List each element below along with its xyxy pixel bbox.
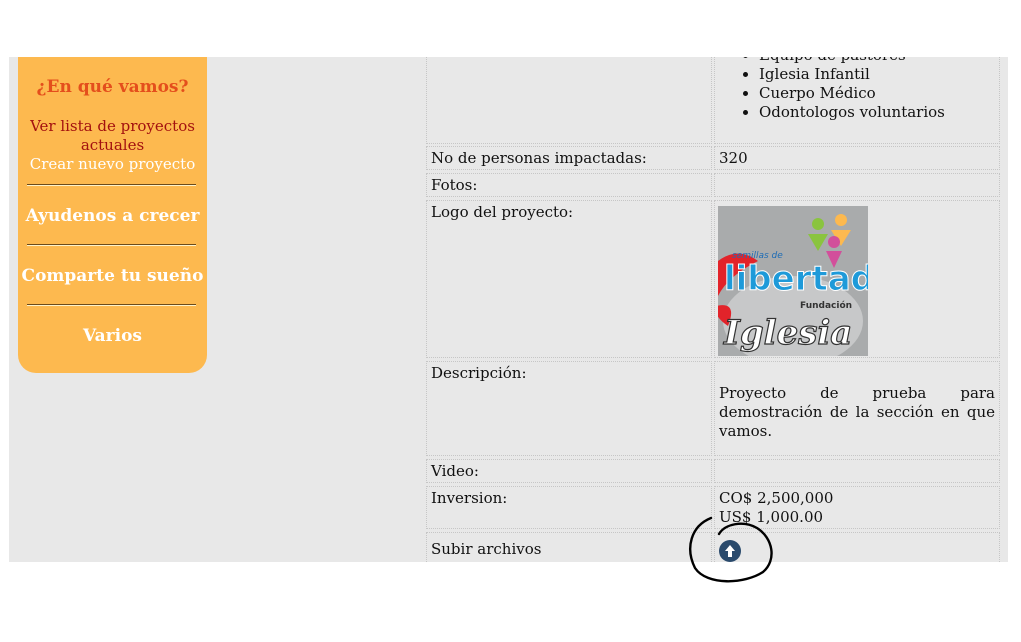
- upload-label: Subir archivos: [426, 532, 712, 562]
- video-label: Video:: [426, 459, 712, 483]
- sidebar-item-share[interactable]: Comparte tu sueño: [18, 266, 207, 286]
- list-item: Iglesia Infantil: [759, 65, 995, 84]
- table-cell: Equipo de pastores Iglesia Infantil Cuer…: [714, 57, 1000, 144]
- description-value: Proyecto de prueba para demostración de …: [714, 361, 1000, 456]
- table-cell: [426, 57, 712, 144]
- video-value: [714, 459, 1000, 483]
- description-label: Descripción:: [426, 361, 712, 456]
- list-item: Odontologos voluntarios: [759, 103, 995, 122]
- logo-cell: semillas de libertad Fundación Iglesia: [714, 200, 1000, 358]
- separator: [27, 184, 196, 185]
- list-projects-link[interactable]: Ver lista de proyectos actuales: [18, 117, 207, 155]
- sidebar: ¿En qué vamos? Ver lista de proyectos ac…: [18, 57, 207, 373]
- annotation-circle: [689, 516, 773, 583]
- investment-cop: CO$ 2,500,000: [719, 489, 834, 507]
- svg-text:Iglesia: Iglesia: [723, 313, 852, 353]
- investment-label: Inversion:: [426, 486, 712, 529]
- list-item: Equipo de pastores: [759, 57, 995, 65]
- separator: [27, 244, 196, 245]
- list-item: Cuerpo Médico: [759, 84, 995, 103]
- sidebar-heading: ¿En qué vamos?: [36, 77, 189, 97]
- svg-text:Fundación: Fundación: [800, 300, 852, 311]
- people-label: No de personas impactadas:: [426, 146, 712, 170]
- logo-label: Logo del proyecto:: [426, 200, 712, 358]
- separator: [27, 304, 196, 305]
- photos-value: [714, 173, 1000, 197]
- team-list: Equipo de pastores Iglesia Infantil Cuer…: [719, 57, 995, 122]
- project-logo: semillas de libertad Fundación Iglesia: [718, 206, 868, 356]
- people-value: 320: [714, 146, 1000, 170]
- svg-text:libertad: libertad: [724, 259, 868, 299]
- page-content: ¿En qué vamos? Ver lista de proyectos ac…: [9, 57, 1008, 562]
- sidebar-item-misc[interactable]: Varios: [18, 326, 207, 346]
- sidebar-item-grow[interactable]: Ayudenos a crecer: [18, 206, 207, 226]
- photos-label: Fotos:: [426, 173, 712, 197]
- new-project-link[interactable]: Crear nuevo proyecto: [18, 155, 207, 174]
